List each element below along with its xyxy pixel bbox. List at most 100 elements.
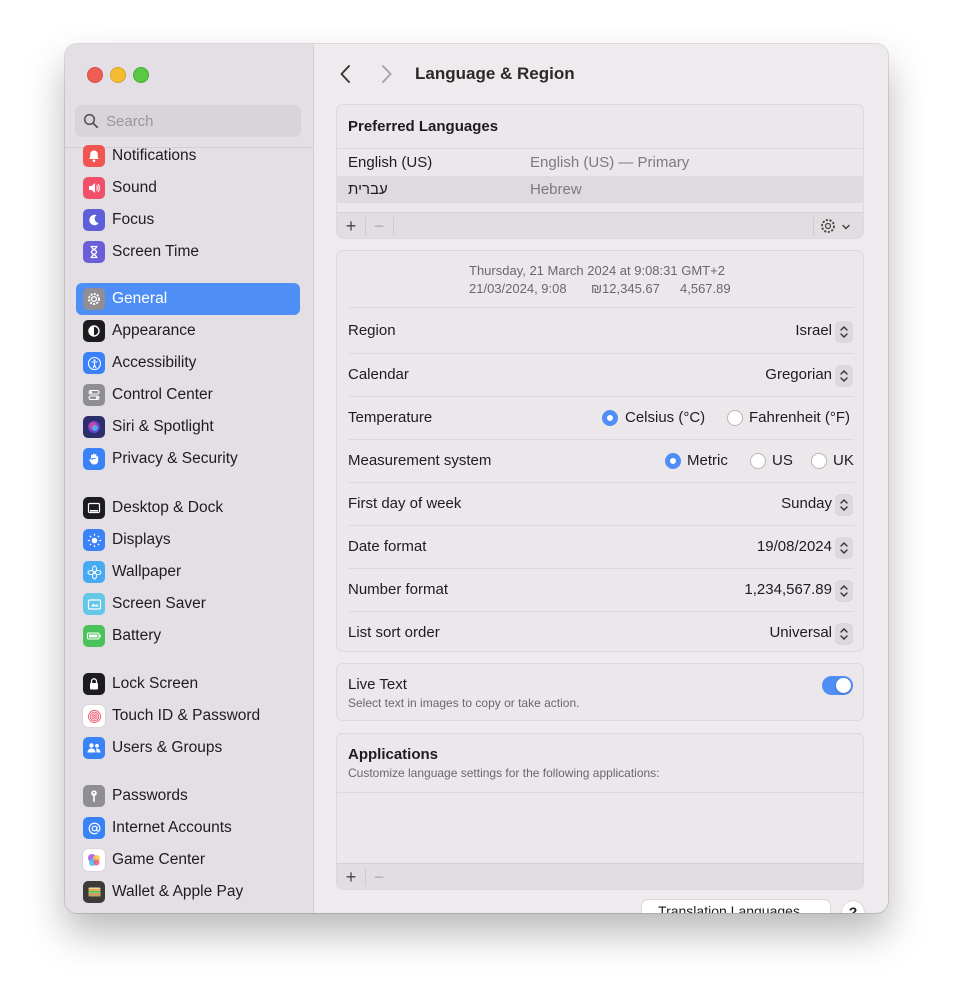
applications-list[interactable] xyxy=(337,792,863,864)
sidebar-item-internet-accounts[interactable]: Internet Accounts xyxy=(76,812,300,844)
settings-window: Notifications Sound Focus Screen Time Ge… xyxy=(65,44,888,913)
sidebar-item-notifications[interactable]: Notifications xyxy=(76,140,300,172)
metric-label[interactable]: Metric xyxy=(687,452,728,469)
us-radio[interactable] xyxy=(750,453,766,469)
language-description: English (US) — Primary xyxy=(530,154,690,171)
sidebar-item-label: Displays xyxy=(112,531,171,548)
languages-toolbar: + − xyxy=(337,212,863,238)
measurement-label: Measurement system xyxy=(348,452,492,469)
control-center-icon xyxy=(83,384,105,406)
currency-preview: ₪12,345.67 xyxy=(591,281,660,296)
remove-application-button[interactable]: − xyxy=(366,867,392,887)
sidebar-item-label: Accessibility xyxy=(112,354,197,371)
sidebar-item-accessibility[interactable]: Accessibility xyxy=(76,347,300,379)
chevron-up-down-icon xyxy=(840,585,848,597)
chevron-up-down-icon xyxy=(840,628,848,640)
us-label[interactable]: US xyxy=(772,452,793,469)
fahrenheit-label[interactable]: Fahrenheit (°F) xyxy=(749,409,850,426)
sidebar-item-label: Touch ID & Password xyxy=(112,707,261,724)
sidebar-item-game-center[interactable]: Game Center xyxy=(76,844,300,876)
sidebar-item-label: Screen Saver xyxy=(112,595,206,612)
region-popup-button[interactable] xyxy=(836,322,852,342)
forward-button[interactable] xyxy=(375,63,397,85)
first-day-popup-button[interactable] xyxy=(836,495,852,515)
number-format-popup-button[interactable] xyxy=(836,581,852,601)
page-title: Language & Region xyxy=(415,64,575,83)
celsius-radio[interactable] xyxy=(602,410,618,426)
sidebar-item-touch-id-password[interactable]: Touch ID & Password xyxy=(76,700,300,732)
sidebar-item-label: General xyxy=(112,290,168,307)
zoom-window-button[interactable] xyxy=(133,67,149,83)
live-text-toggle[interactable] xyxy=(822,676,853,695)
uk-label[interactable]: UK xyxy=(833,452,854,469)
language-name: English (US) xyxy=(348,154,433,171)
uk-radio[interactable] xyxy=(811,453,827,469)
users-icon xyxy=(83,737,105,759)
remove-language-button[interactable]: − xyxy=(366,216,392,236)
calendar-value[interactable]: Gregorian xyxy=(765,366,832,383)
preferred-languages-panel: Preferred Languages English (US) English… xyxy=(336,104,864,239)
number-format-label: Number format xyxy=(348,581,449,598)
list-sort-row: List sort order Universal xyxy=(348,611,854,651)
first-day-row: First day of week Sunday xyxy=(348,482,854,526)
minimize-window-button[interactable] xyxy=(110,67,126,83)
battery-icon xyxy=(83,625,105,647)
calendar-popup-button[interactable] xyxy=(836,366,852,386)
sidebar-item-users-groups[interactable]: Users & Groups xyxy=(76,732,300,764)
sidebar-item-screen-saver[interactable]: Screen Saver xyxy=(76,588,300,620)
chevron-down-icon xyxy=(842,224,850,230)
language-options-menu[interactable] xyxy=(817,216,857,236)
back-button[interactable] xyxy=(335,63,357,85)
help-button[interactable]: ? xyxy=(842,901,864,913)
chevron-up-down-icon xyxy=(840,542,848,554)
number-preview: 4,567.89 xyxy=(680,281,731,296)
language-description: Hebrew xyxy=(530,181,582,198)
hourglass-icon xyxy=(83,241,105,263)
celsius-label[interactable]: Celsius (°C) xyxy=(625,409,705,426)
speaker-icon xyxy=(83,177,105,199)
search-input[interactable] xyxy=(106,111,291,131)
fahrenheit-radio[interactable] xyxy=(727,410,743,426)
first-day-value[interactable]: Sunday xyxy=(781,495,832,512)
language-row-english[interactable]: English (US) English (US) — Primary xyxy=(337,148,863,176)
sidebar-item-privacy-security[interactable]: Privacy & Security xyxy=(76,443,300,475)
live-text-subtitle: Select text in images to copy or take ac… xyxy=(348,696,580,710)
sidebar-item-siri-spotlight[interactable]: Siri & Spotlight xyxy=(76,411,300,443)
list-sort-label: List sort order xyxy=(348,624,440,641)
sidebar-item-general[interactable]: General xyxy=(76,283,300,315)
chevron-up-down-icon xyxy=(840,499,848,511)
sidebar-item-sound[interactable]: Sound xyxy=(76,172,300,204)
close-window-button[interactable] xyxy=(87,67,103,83)
temperature-row: Temperature Celsius (°C) Fahrenheit (°F) xyxy=(348,396,854,440)
translation-languages-button[interactable]: Translation Languages… xyxy=(642,900,830,913)
number-format-value[interactable]: 1,234,567.89 xyxy=(744,581,832,598)
sidebar-item-screen-time[interactable]: Screen Time xyxy=(76,236,300,268)
date-preview-short: 21/03/2024, 9:08 xyxy=(469,281,567,296)
language-row-hebrew[interactable]: עברית Hebrew xyxy=(337,176,863,203)
sidebar-item-passwords[interactable]: Passwords xyxy=(76,780,300,812)
toolbar-separator xyxy=(813,217,814,235)
add-language-button[interactable]: + xyxy=(338,216,364,236)
list-sort-popup-button[interactable] xyxy=(836,624,852,644)
sidebar-item-label: Desktop & Dock xyxy=(112,499,224,516)
first-day-label: First day of week xyxy=(348,495,462,512)
sidebar-item-battery[interactable]: Battery xyxy=(76,620,300,652)
metric-radio[interactable] xyxy=(665,453,681,469)
sidebar-item-appearance[interactable]: Appearance xyxy=(76,315,300,347)
sidebar-item-wallet-apple-pay[interactable]: Wallet & Apple Pay xyxy=(76,876,300,908)
sidebar-item-control-center[interactable]: Control Center xyxy=(76,379,300,411)
search-field[interactable] xyxy=(75,105,301,137)
sidebar-item-desktop-dock[interactable]: Desktop & Dock xyxy=(76,492,300,524)
sidebar-item-displays[interactable]: Displays xyxy=(76,524,300,556)
sidebar-item-wallpaper[interactable]: Wallpaper xyxy=(76,556,300,588)
list-sort-value[interactable]: Universal xyxy=(769,624,832,641)
date-format-value[interactable]: 19/08/2024 xyxy=(757,538,832,555)
sidebar-item-lock-screen[interactable]: Lock Screen xyxy=(76,668,300,700)
key-icon xyxy=(83,785,105,807)
date-format-popup-button[interactable] xyxy=(836,538,852,558)
region-value[interactable]: Israel xyxy=(795,322,832,339)
add-application-button[interactable]: + xyxy=(338,867,364,887)
sidebar-item-label: Privacy & Security xyxy=(112,450,238,467)
sidebar-item-focus[interactable]: Focus xyxy=(76,204,300,236)
appearance-icon xyxy=(83,320,105,342)
